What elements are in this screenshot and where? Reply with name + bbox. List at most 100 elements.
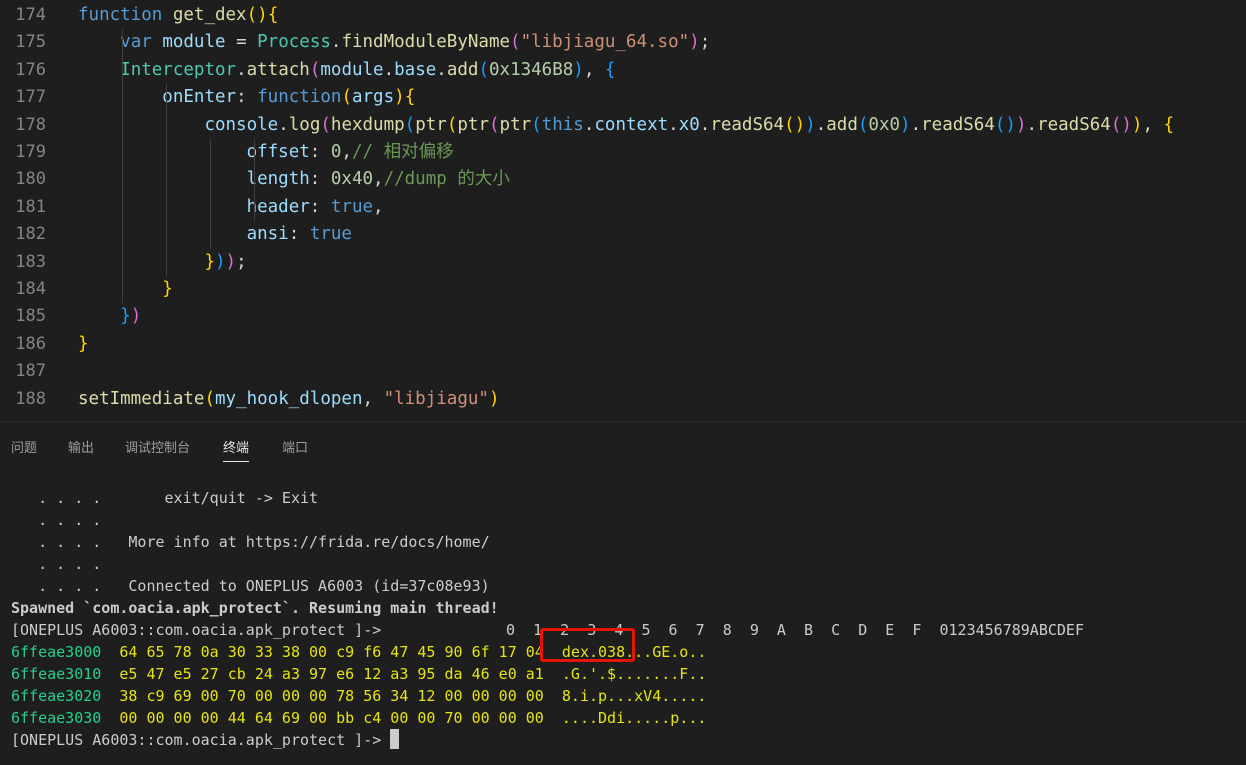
code-token: } bbox=[204, 251, 215, 272]
terminal-input-line[interactable]: [ONEPLUS A6003::com.oacia.apk_protect ]-… bbox=[11, 729, 400, 751]
code-token: } bbox=[120, 306, 131, 327]
code-token: , bbox=[373, 196, 384, 217]
line-number: 178 bbox=[15, 114, 46, 135]
code-text: onEnter: function(args){ bbox=[78, 84, 415, 111]
code-token: header bbox=[246, 196, 310, 217]
indent-guide bbox=[254, 139, 255, 222]
code-line: 184 } bbox=[0, 276, 1246, 303]
code-token: . bbox=[815, 114, 827, 135]
code-token: base bbox=[394, 59, 437, 80]
code-token: add bbox=[826, 114, 858, 135]
code-text: Interceptor.attach(module.base.add(0x134… bbox=[78, 57, 615, 84]
code-token: . bbox=[910, 114, 922, 135]
code-text: var module = Process.findModuleByName("l… bbox=[78, 29, 710, 56]
code-line: 179 offset: 0,// 相对偏移 bbox=[0, 139, 1246, 166]
code-token: args bbox=[351, 87, 395, 108]
code-token: ( bbox=[478, 59, 489, 80]
tab-ports[interactable]: 端口 bbox=[282, 437, 308, 456]
code-token: function bbox=[78, 5, 163, 25]
hexdump-address: 6ffeae3020 bbox=[11, 687, 102, 705]
line-number: 186 bbox=[15, 333, 46, 354]
code-token: ) bbox=[573, 59, 584, 80]
code-token: true bbox=[309, 224, 352, 245]
dex-magic-highlight-box bbox=[540, 628, 635, 662]
code-line: 181 header: true, bbox=[0, 194, 1246, 221]
code-token: module bbox=[320, 59, 384, 80]
code-token: . bbox=[330, 32, 342, 53]
code-token: . bbox=[236, 59, 247, 80]
code-token: ( bbox=[510, 32, 521, 53]
terminal-banner-line: . . . . Connected to ONEPLUS A6003 (id=3… bbox=[11, 577, 490, 595]
code-token: log bbox=[288, 114, 321, 135]
tab-output[interactable]: 输出 bbox=[68, 437, 94, 456]
terminal-banner-line: . . . . bbox=[11, 555, 102, 573]
code-token: ) bbox=[130, 306, 142, 327]
tab-debug-console[interactable]: 调试控制台 bbox=[125, 437, 190, 456]
indent-guide bbox=[122, 29, 123, 304]
code-token: Interceptor bbox=[120, 59, 237, 80]
code-token: ) bbox=[1131, 114, 1143, 135]
terminal-spawned-message: Spawned `com.oacia.apk_protect`. Resumin… bbox=[11, 599, 499, 617]
code-text: length: 0x40,//dump 的大小 bbox=[78, 166, 510, 193]
code-token: offset bbox=[246, 142, 310, 162]
code-text: function get_dex(){ bbox=[78, 2, 278, 29]
code-token: : bbox=[309, 169, 331, 190]
code-text: offset: 0,// 相对偏移 bbox=[78, 139, 454, 166]
line-number: 187 bbox=[15, 361, 46, 382]
terminal-prompt-line: [ONEPLUS A6003::com.oacia.apk_protect ]-… bbox=[11, 619, 1084, 641]
code-token: . bbox=[436, 59, 447, 80]
code-token: this bbox=[541, 114, 584, 135]
code-text: console.log(hexdump(ptr(ptr(ptr(this.con… bbox=[78, 112, 1174, 139]
code-text: })); bbox=[78, 249, 246, 276]
code-token: ) bbox=[225, 251, 237, 272]
terminal-banner-line: . . . . exit/quit -> Exit bbox=[11, 489, 319, 507]
code-text: } bbox=[78, 276, 173, 303]
code-token: () bbox=[784, 114, 806, 135]
code-line: 185 }) bbox=[0, 303, 1246, 330]
code-token: () bbox=[246, 5, 268, 25]
code-token: { bbox=[267, 5, 279, 25]
code-token: console bbox=[204, 114, 279, 135]
code-token: hexdump bbox=[330, 114, 405, 135]
terminal-panel[interactable]: . . . . exit/quit -> Exit . . . . . . . … bbox=[0, 466, 1246, 765]
code-token: length bbox=[246, 169, 310, 190]
code-token: add bbox=[446, 59, 479, 80]
hexdump-address: 6ffeae3030 bbox=[11, 709, 102, 727]
code-token: ) bbox=[900, 114, 911, 135]
hexdump-address: 6ffeae3010 bbox=[11, 665, 102, 683]
tab-terminal[interactable]: 终端 bbox=[223, 437, 250, 462]
code-token: onEnter bbox=[162, 87, 237, 108]
code-token: , bbox=[583, 59, 605, 80]
hexdump-row: 6ffeae3030 00 00 00 00 44 64 69 00 bb c4… bbox=[11, 707, 706, 729]
line-number: 182 bbox=[15, 224, 46, 245]
code-token: : bbox=[309, 196, 331, 217]
code-token: { bbox=[1163, 114, 1175, 135]
code-token: readS64 bbox=[710, 114, 785, 135]
terminal-prompt: [ONEPLUS A6003::com.oacia.apk_protect ]-… bbox=[11, 731, 382, 749]
line-number: 176 bbox=[15, 59, 46, 80]
code-token: , bbox=[362, 388, 384, 409]
line-number: 175 bbox=[15, 32, 46, 53]
line-number: 177 bbox=[15, 87, 46, 108]
indent-guide bbox=[210, 139, 211, 249]
code-token: { bbox=[604, 59, 616, 80]
code-token: 0x0 bbox=[868, 114, 901, 135]
code-text: }) bbox=[78, 303, 141, 330]
hexdump-bytes: e5 47 e5 27 cb 24 a3 97 e6 12 a3 95 da 4… bbox=[119, 665, 544, 683]
hexdump-ascii: 8.i.p...xV4..... bbox=[561, 687, 707, 705]
code-token: () bbox=[1110, 114, 1132, 135]
code-token: : bbox=[288, 224, 310, 245]
code-token: ptr bbox=[457, 114, 489, 135]
line-number: 179 bbox=[15, 142, 46, 162]
code-token: ansi bbox=[246, 224, 289, 245]
code-editor[interactable]: 174 function get_dex(){175 var module = P… bbox=[0, 0, 1246, 421]
tab-problems[interactable]: 问题 bbox=[11, 437, 37, 456]
